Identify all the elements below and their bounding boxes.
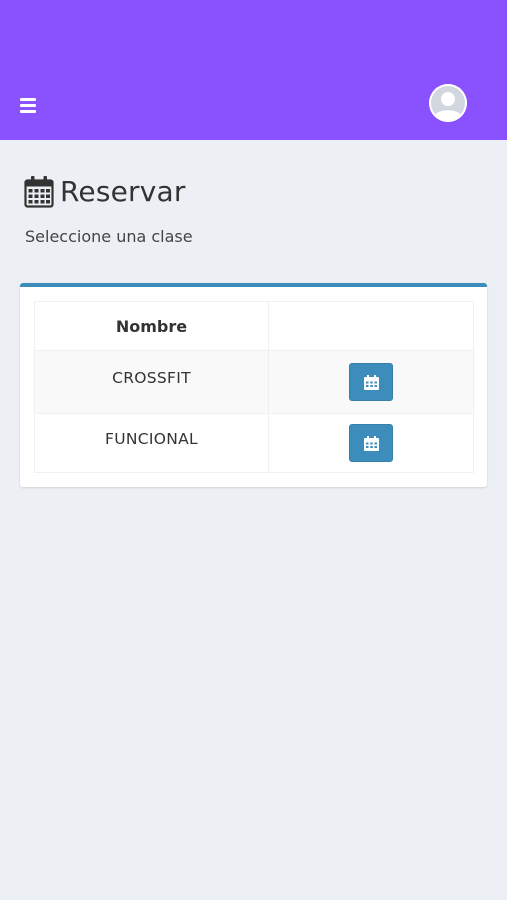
class-name-cell: CROSSFIT xyxy=(34,350,269,414)
table-row: FUNCIONAL xyxy=(34,413,474,473)
page-subtitle: Seleccione una clase xyxy=(25,227,193,246)
page-title: Reservar xyxy=(60,175,186,208)
calendar-icon xyxy=(364,436,379,451)
top-navbar xyxy=(0,0,507,140)
table-header-row: Nombre xyxy=(34,301,474,351)
calendar-icon xyxy=(24,176,54,208)
hamburger-icon-bar xyxy=(20,110,36,113)
table-row: CROSSFIT xyxy=(34,350,474,414)
reserve-funcional-button[interactable] xyxy=(349,424,393,462)
class-name-cell: FUNCIONAL xyxy=(34,413,269,473)
class-name: FUNCIONAL xyxy=(105,430,198,448)
hamburger-icon xyxy=(20,98,36,101)
hamburger-icon-bar xyxy=(20,104,36,107)
column-header-nombre: Nombre xyxy=(34,301,269,351)
user-avatar[interactable] xyxy=(429,84,467,122)
action-cell xyxy=(268,413,474,473)
classes-table: Nombre CROSSFIT FUNCIONAL xyxy=(34,301,474,473)
calendar-icon xyxy=(364,375,379,390)
classes-box: Nombre CROSSFIT FUNCIONAL xyxy=(20,283,487,487)
class-name: CROSSFIT xyxy=(112,369,191,387)
action-cell xyxy=(268,350,474,414)
page-header: Reservar xyxy=(24,174,186,210)
reserve-crossfit-button[interactable] xyxy=(349,363,393,401)
menu-toggle-button[interactable] xyxy=(18,97,40,115)
user-avatar-icon xyxy=(429,84,467,122)
column-header-actions xyxy=(268,301,474,351)
